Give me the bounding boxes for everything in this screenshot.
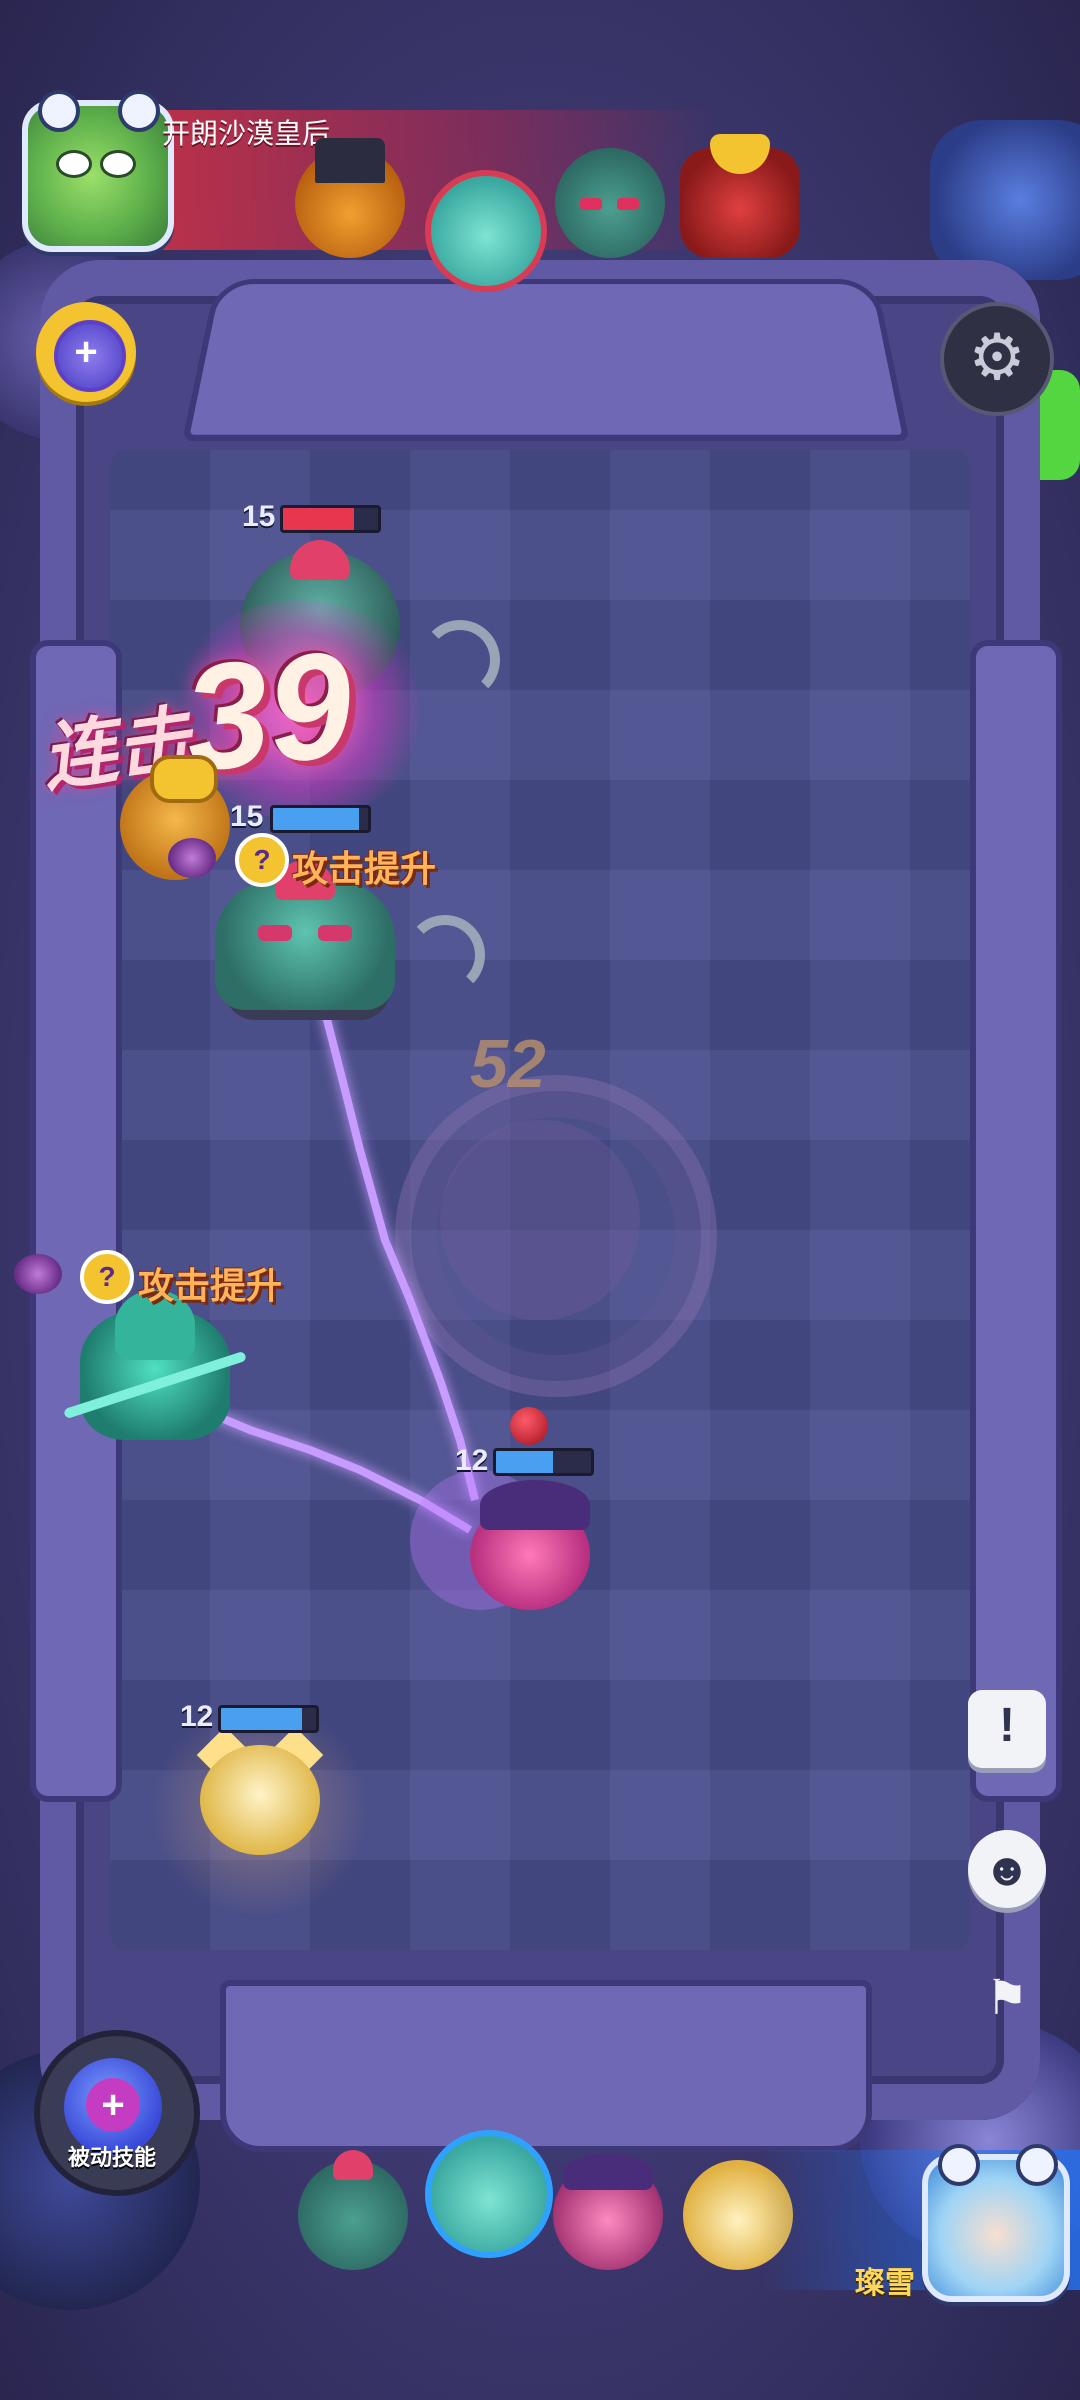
opponent-hero-slot-4[interactable] bbox=[680, 134, 800, 258]
lightning-effects bbox=[188, 999, 550, 1610]
ogre-eye-icon bbox=[258, 925, 292, 941]
enemy-top-hp-fill bbox=[283, 508, 355, 530]
ally-cat bbox=[200, 1745, 320, 1855]
attack-up-icon: ? bbox=[235, 833, 289, 887]
assassin-buff-text: 攻击提升 bbox=[138, 1265, 283, 1306]
witch-hp-fill bbox=[496, 1451, 553, 1473]
attack-up-icon: ? bbox=[80, 1250, 134, 1304]
opponent-avatar[interactable] bbox=[22, 90, 174, 252]
plus-icon: + bbox=[74, 330, 98, 374]
ally-hero-slot-2-active[interactable] bbox=[425, 2130, 553, 2258]
emote-button[interactable]: ☻ bbox=[968, 1830, 1046, 1908]
cat-hp-bar bbox=[218, 1705, 319, 1733]
lightning-bolt-ogre-to-witch bbox=[318, 999, 479, 1501]
hook-weapon-icon bbox=[420, 620, 500, 700]
passive-skill-label: 被动技能 bbox=[67, 2145, 156, 2170]
witch-level: 12 bbox=[455, 1444, 489, 1477]
gear-icon: ⚙ bbox=[968, 321, 1026, 393]
report-button[interactable]: ! bbox=[968, 1690, 1046, 1768]
avatar-ear-right-icon bbox=[1016, 2144, 1058, 2186]
opponent-hero-slot-2-active[interactable] bbox=[425, 170, 547, 292]
buff-source-icon bbox=[168, 838, 216, 878]
cat-hp-fill bbox=[221, 1708, 302, 1730]
hero-eye-icon bbox=[617, 198, 639, 210]
game-screen: 52 开朗沙漠皇后 + ⚙ 15 连击 39 15 ? 攻击提升 ? 攻击提升 … bbox=[0, 0, 1080, 2400]
avatar-eye-icon bbox=[100, 150, 136, 178]
ogre-eye-icon bbox=[318, 925, 352, 941]
opponent-hero-slot-3[interactable] bbox=[555, 148, 665, 258]
avatar-eye-icon bbox=[56, 150, 92, 178]
helmet-crest-icon bbox=[710, 134, 770, 174]
avatar-ear-left-icon bbox=[938, 2144, 980, 2186]
player-avatar[interactable] bbox=[922, 2144, 1070, 2302]
buff-source-icon bbox=[14, 1254, 62, 1294]
ally-hero-slot-3[interactable] bbox=[553, 2154, 663, 2270]
hook-weapon-icon bbox=[405, 915, 485, 995]
witch-hat-icon bbox=[480, 1480, 590, 1530]
witch-hp-bar bbox=[493, 1448, 594, 1476]
witch-hat-icon bbox=[563, 2154, 653, 2190]
ogre-hp-fill bbox=[273, 808, 359, 830]
enemy-top-level: 15 bbox=[242, 500, 276, 533]
ally-hero-slot-1[interactable] bbox=[298, 2150, 408, 2270]
hero-eye-icon bbox=[580, 198, 602, 210]
samurai-hat-icon bbox=[150, 755, 218, 803]
avatar-ear-right-icon bbox=[118, 90, 160, 132]
top-hat-icon bbox=[315, 138, 385, 183]
ogre-level: 15 bbox=[230, 800, 264, 833]
plus-icon: + bbox=[86, 2078, 140, 2132]
opponent-hero-slot-1[interactable] bbox=[295, 138, 405, 258]
ogre-buff-text: 攻击提升 bbox=[292, 848, 437, 889]
avatar-ear-left-icon bbox=[38, 90, 80, 132]
cat-level: 12 bbox=[180, 1700, 214, 1733]
surrender-flag-button[interactable]: ⚑ bbox=[968, 1960, 1046, 2038]
ogre-hp-bar bbox=[270, 805, 371, 833]
enemy-top-hp-bar bbox=[280, 505, 381, 533]
player-name: 璨雪 bbox=[855, 2267, 915, 2300]
opponent-name: 开朗沙漠皇后 bbox=[162, 118, 331, 149]
target-orb-icon bbox=[510, 1407, 548, 1445]
